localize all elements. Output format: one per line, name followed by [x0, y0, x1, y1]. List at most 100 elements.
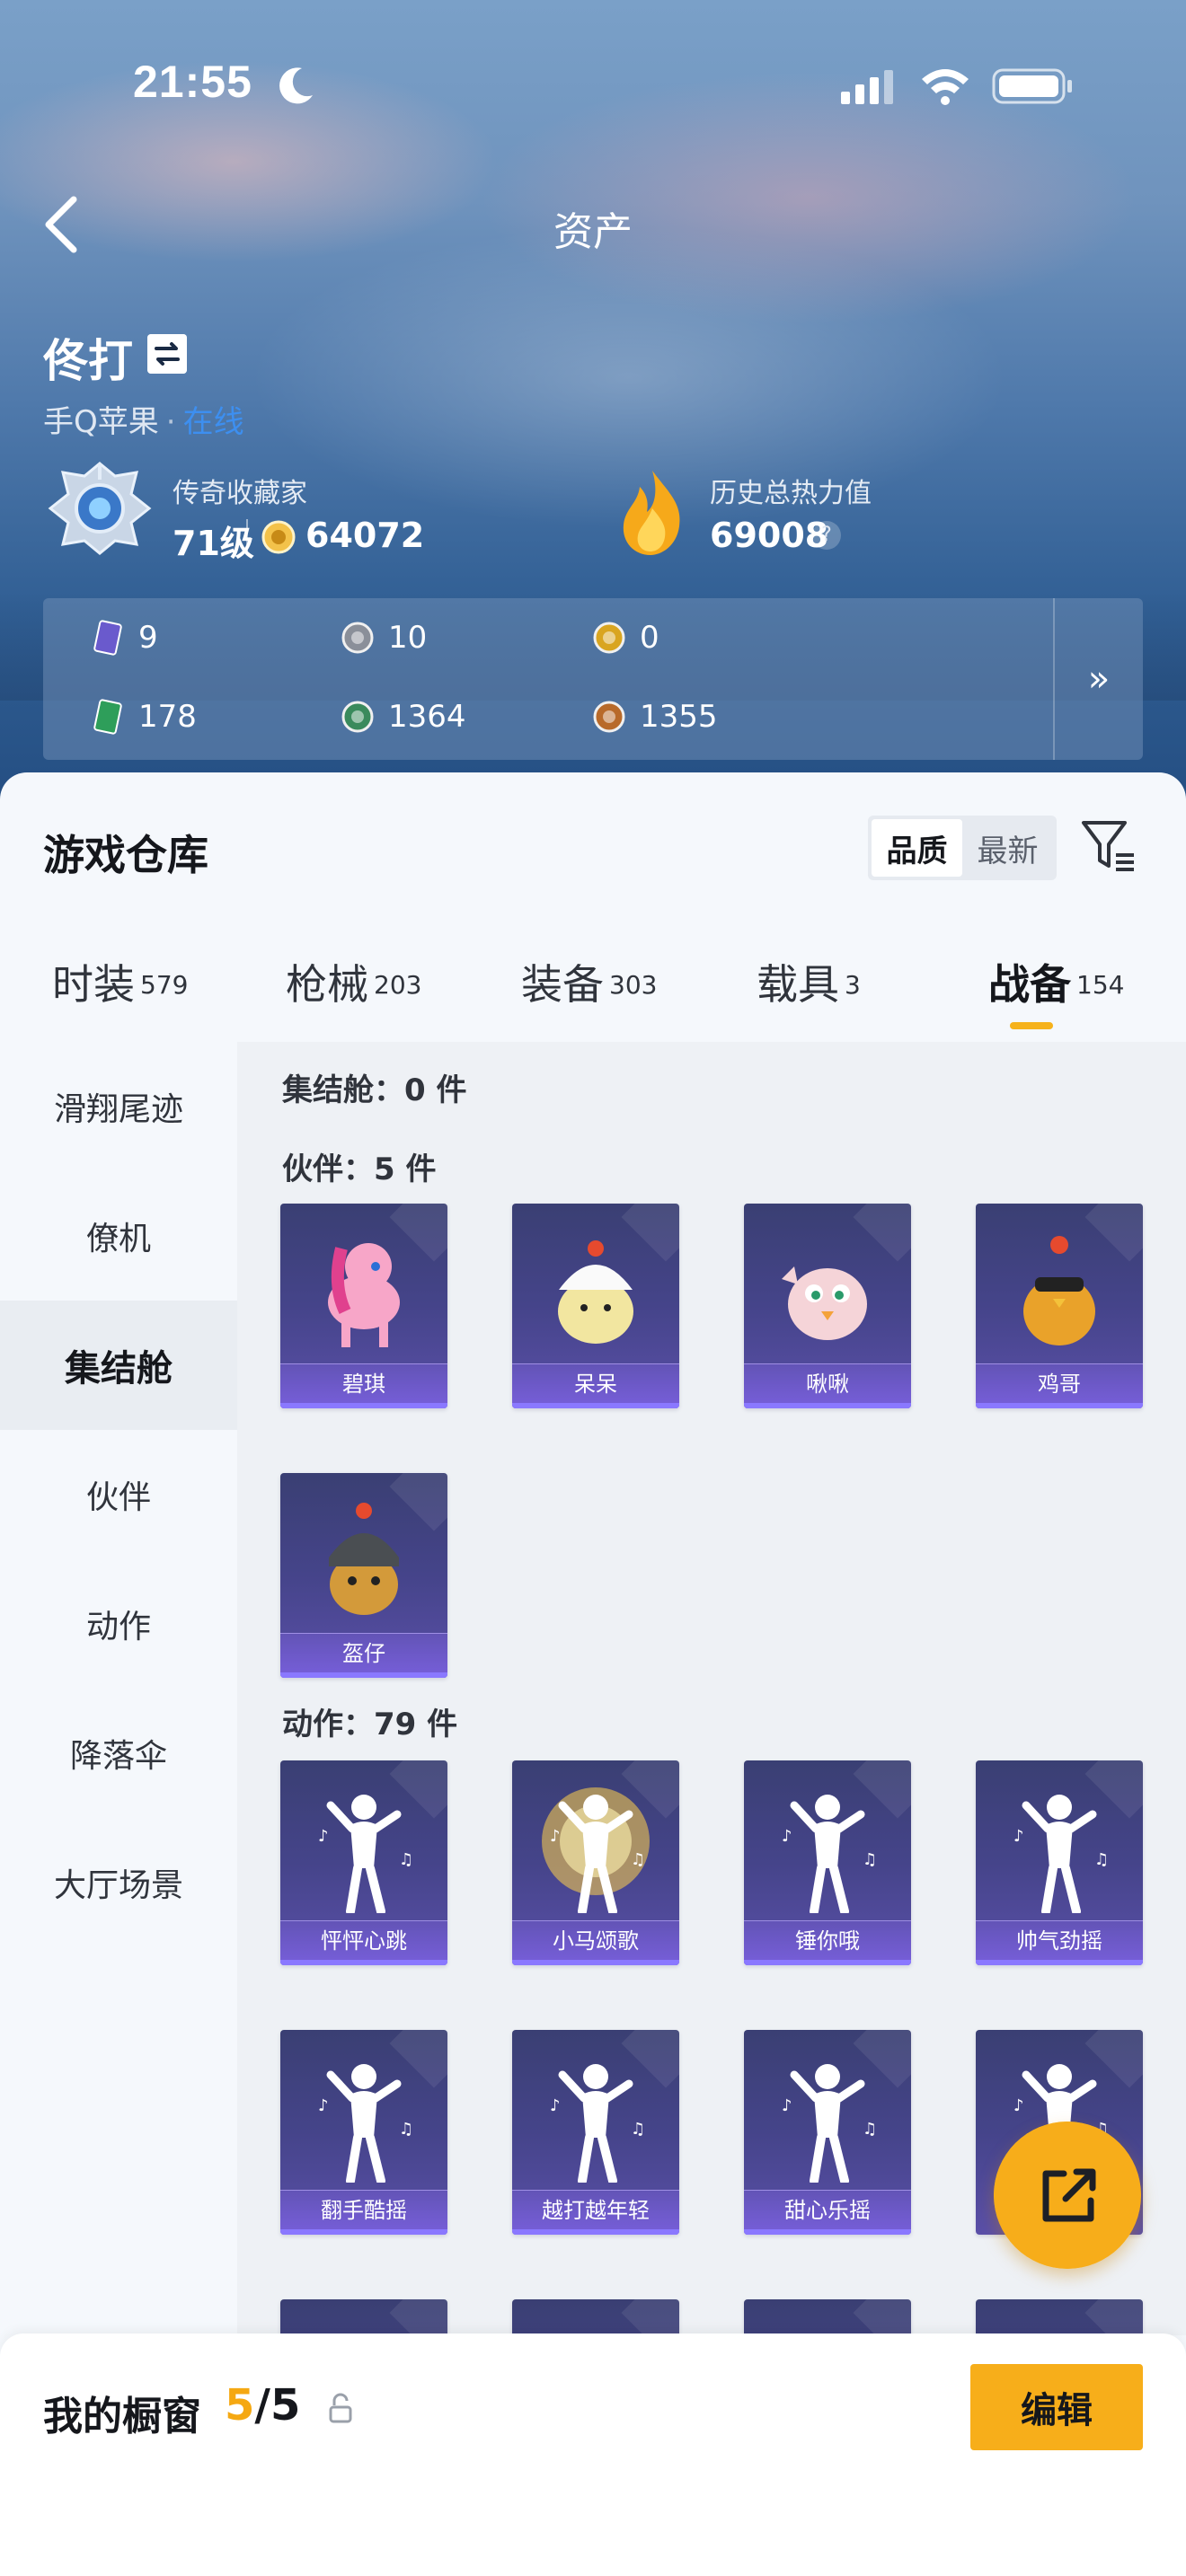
showcase-total: 5 — [270, 2380, 301, 2430]
item-thumbnail: ♪♫ — [318, 2064, 413, 2183]
showcase-slash: / — [254, 2380, 270, 2430]
rank-emblem-icon — [48, 462, 152, 555]
a-coin-icon — [593, 622, 625, 654]
svg-text:♪: ♪ — [318, 2096, 329, 2115]
item-name: 甜心乐摇 — [744, 2190, 911, 2235]
tab-label: 时装 — [52, 960, 135, 1009]
tab-label: 枪械 — [286, 960, 368, 1009]
sidebar-item-lobby-scene[interactable]: 大厅场景 — [0, 1818, 237, 1947]
edit-showcase-button[interactable]: 编辑 — [970, 2364, 1143, 2450]
item-card[interactable]: 呆呆 — [512, 1204, 679, 1408]
item-card[interactable]: 啾啾 — [744, 1204, 911, 1408]
rank-title: 传奇收藏家 — [173, 478, 307, 509]
currency-item: 1355 — [591, 699, 718, 735]
svg-text:♫: ♫ — [399, 1850, 413, 1869]
divider — [246, 519, 248, 555]
svg-text:♫: ♫ — [399, 2120, 413, 2139]
svg-text:♪: ♪ — [1013, 1827, 1024, 1846]
item-card[interactable]: 盔仔 — [280, 1473, 447, 1678]
sort-toggle: 品质 最新 — [868, 816, 1057, 880]
currency-value: 1355 — [640, 699, 718, 735]
item-thumbnail — [329, 1503, 399, 1615]
currency-value: 0 — [640, 620, 659, 656]
item-name: 翻手酷摇 — [280, 2190, 447, 2235]
item-card[interactable]: ♪ ♫ 锤你哦 — [744, 1760, 911, 1965]
page-title: 资产 — [553, 209, 633, 255]
item-name: 鸡哥 — [976, 1363, 1143, 1408]
tab-fashion[interactable]: 时装 579 — [52, 952, 188, 1011]
item-card[interactable]: ♪ ♫ 甜心乐摇 — [744, 2030, 911, 2235]
item-card[interactable]: 碧琪 — [280, 1204, 447, 1408]
cellular-signal-icon — [841, 70, 893, 104]
item-card[interactable]: ♪ ♫ 越打越年轻 — [512, 2030, 679, 2235]
platform-separator: · — [165, 404, 176, 440]
flame-icon — [623, 471, 680, 555]
tab-equipment[interactable]: 装备 303 — [521, 952, 657, 1011]
filter-icon[interactable] — [1078, 816, 1137, 875]
online-status[interactable]: 在线 — [183, 404, 244, 440]
warehouse-title: 游戏仓库 — [43, 831, 208, 879]
item-card[interactable] — [512, 2299, 679, 2335]
svg-text:♫: ♫ — [631, 2120, 645, 2139]
item-name: 碧琪 — [280, 1363, 447, 1408]
item-thumbnail — [328, 1243, 400, 1347]
section-header-companion: 伙伴：5 件 — [282, 1151, 437, 1187]
item-card[interactable] — [280, 2299, 447, 2335]
item-card[interactable]: ♪ ♫ 帅气劲摇 — [976, 1760, 1143, 1965]
item-card[interactable] — [976, 2299, 1143, 2335]
svg-text:♪: ♪ — [782, 2096, 792, 2115]
item-card[interactable]: ♪ ♫ 翻手酷摇 — [280, 2030, 447, 2235]
svg-text:♫: ♫ — [1094, 1850, 1109, 1869]
sort-newest-button[interactable]: 最新 — [962, 819, 1053, 877]
tab-weapons[interactable]: 枪械 203 — [286, 952, 421, 1011]
item-thumbnail: ♪♫ — [318, 1795, 413, 1913]
category-tabs: 时装 579 枪械 203 装备 303 载具 3 战备 154 — [0, 952, 1186, 1042]
item-card[interactable]: 鸡哥 — [976, 1204, 1143, 1408]
item-thumbnail: ♪♫ — [782, 2064, 877, 2183]
tab-combat-gear[interactable]: 战备 154 — [988, 952, 1124, 1011]
svg-text:♫: ♫ — [863, 1850, 877, 1869]
switch-account-icon[interactable] — [147, 334, 187, 374]
item-card[interactable]: ♪ ♫ 小马颂歌 — [512, 1760, 679, 1965]
currency-more-button[interactable]: » — [1053, 598, 1143, 760]
help-icon[interactable]: ? — [812, 521, 841, 550]
item-name: 盔仔 — [280, 1633, 447, 1678]
sort-quality-button[interactable]: 品质 — [872, 819, 962, 877]
item-card[interactable]: ♪ ♫ 怦怦心跳 — [280, 1760, 447, 1965]
currency-item: 0 — [591, 620, 659, 656]
lock-icon — [329, 2393, 352, 2423]
item-name: 越打越年轻 — [512, 2190, 679, 2235]
tab-count: 579 — [140, 969, 189, 1000]
svg-text:♪: ♪ — [318, 1827, 329, 1846]
sidebar-item-glide-trail[interactable]: 滑翔尾迹 — [0, 1042, 237, 1171]
item-thumbnail — [782, 1266, 867, 1340]
svg-text:♪: ♪ — [1013, 2096, 1024, 2115]
sidebar-item-parachute[interactable]: 降落伞 — [0, 1689, 237, 1818]
moon-icon — [279, 67, 313, 104]
platform-name: 手Q苹果 — [43, 404, 159, 440]
item-card[interactable] — [744, 2299, 911, 2335]
sidebar-item-companion[interactable]: 伙伴 — [0, 1430, 237, 1559]
currency-item: 10 — [340, 620, 427, 656]
rank-level: 71级 — [173, 524, 254, 563]
green-orb-icon — [341, 701, 374, 733]
tab-label: 装备 — [521, 960, 604, 1009]
item-name: 啾啾 — [744, 1363, 911, 1408]
sidebar-item-wingman[interactable]: 僚机 — [0, 1171, 237, 1301]
share-button[interactable] — [994, 2122, 1141, 2269]
item-thumbnail: ♪♫ — [550, 2064, 645, 2183]
sidebar-item-emote[interactable]: 动作 — [0, 1559, 237, 1689]
status-time: 21:55 — [133, 57, 252, 107]
svg-text:♫: ♫ — [631, 1850, 645, 1869]
showcase-label: 我的橱窗 — [43, 2394, 201, 2439]
tab-vehicles[interactable]: 载具 3 — [757, 952, 861, 1011]
currency-value: 1364 — [388, 699, 466, 735]
item-thumbnail — [1023, 1236, 1095, 1345]
heat-title: 历史总热力值 — [710, 478, 872, 509]
sidebar-item-assembly-pod[interactable]: 集结舱 — [0, 1301, 237, 1430]
tab-label: 载具 — [757, 960, 839, 1009]
item-thumbnail: ♪♫ — [782, 1795, 877, 1913]
tab-count: 154 — [1076, 969, 1125, 1000]
section-header-assembly-pod: 集结舱：0 件 — [282, 1072, 467, 1108]
tab-label: 战备 — [988, 960, 1071, 1009]
